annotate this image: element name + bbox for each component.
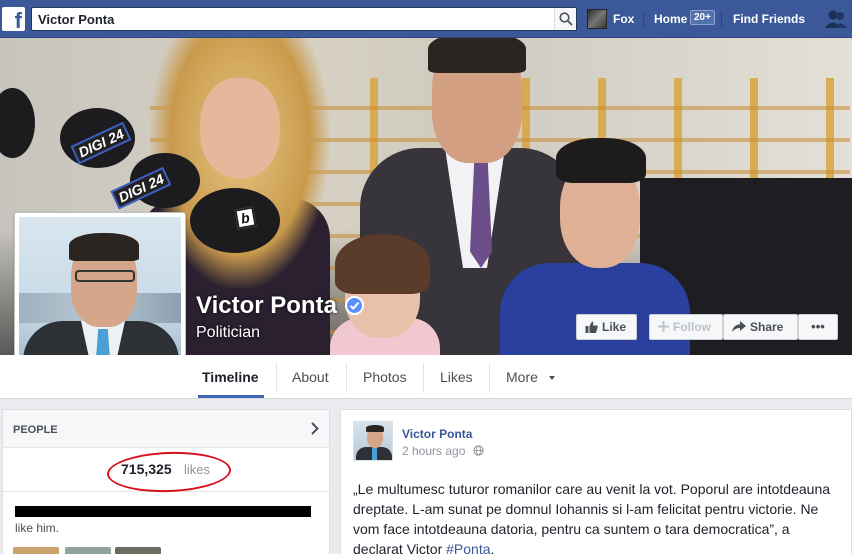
cover-person-boy-hair bbox=[556, 138, 646, 183]
friend-avatar[interactable] bbox=[65, 547, 111, 554]
post-author-name[interactable]: Victor Ponta bbox=[402, 427, 472, 441]
cover-person-man-hair bbox=[428, 38, 526, 73]
page-tabs-bar bbox=[0, 355, 852, 399]
mic-logo-text: b bbox=[234, 206, 257, 230]
nav-separator bbox=[643, 11, 644, 27]
cover-microphone bbox=[190, 188, 280, 253]
share-label: Share bbox=[750, 320, 784, 334]
cover-person-boy bbox=[500, 263, 690, 355]
tab-timeline[interactable]: Timeline bbox=[202, 369, 259, 385]
tab-separator bbox=[489, 363, 490, 393]
thumbs-up-icon bbox=[585, 321, 598, 333]
post-text-end: . bbox=[490, 541, 495, 554]
like-page-label: Like bbox=[602, 320, 627, 334]
post-timestamp[interactable]: 2 hours ago bbox=[402, 444, 465, 458]
cover-person-woman-face bbox=[200, 78, 280, 178]
nav-find-friends-link[interactable]: Find Friends bbox=[733, 12, 805, 26]
active-tab-indicator bbox=[198, 395, 264, 398]
page-title[interactable]: Victor Ponta bbox=[196, 292, 337, 320]
tab-more-label: More bbox=[506, 369, 538, 385]
cover-person-girl-hair bbox=[335, 234, 430, 294]
post-avatar-tie bbox=[372, 448, 377, 460]
facebook-logo-icon[interactable]: f bbox=[2, 7, 25, 31]
nav-profile-link[interactable]: Fox bbox=[613, 12, 634, 26]
post-body-text: „Le multumesc tuturor romanilor care au … bbox=[353, 479, 843, 554]
search-icon bbox=[559, 12, 573, 26]
home-notification-badge[interactable]: 20+ bbox=[690, 10, 715, 25]
friends-icon[interactable] bbox=[823, 8, 849, 30]
follow-button[interactable]: Follow bbox=[649, 314, 723, 340]
search-input-value[interactable]: Victor Ponta bbox=[38, 12, 114, 27]
like-page-button[interactable]: Like bbox=[576, 314, 637, 340]
share-arrow-icon bbox=[732, 321, 746, 333]
profile-picture-image bbox=[19, 217, 181, 378]
tab-separator bbox=[276, 363, 277, 393]
post-card: Victor Ponta 2 hours ago „Le multumesc t… bbox=[340, 409, 852, 554]
friends-like-text: like him. bbox=[15, 521, 60, 535]
friend-avatar[interactable] bbox=[13, 547, 59, 554]
tab-more[interactable]: More bbox=[506, 369, 556, 385]
share-button[interactable]: Share bbox=[723, 314, 798, 340]
tab-likes[interactable]: Likes bbox=[440, 369, 473, 385]
post-avatar-hair bbox=[366, 425, 384, 432]
plus-icon bbox=[658, 321, 669, 333]
cover-microphone bbox=[0, 88, 35, 158]
profile-hair bbox=[69, 233, 139, 261]
page-category[interactable]: Politician bbox=[196, 324, 260, 342]
follow-label: Follow bbox=[673, 320, 711, 334]
search-button[interactable] bbox=[554, 8, 576, 30]
tab-separator bbox=[423, 363, 424, 393]
chevron-right-icon[interactable] bbox=[311, 422, 319, 435]
tab-separator bbox=[346, 363, 347, 393]
post-author-avatar[interactable] bbox=[353, 421, 393, 461]
tab-photos[interactable]: Photos bbox=[363, 369, 407, 385]
people-card-header[interactable]: PEOPLE bbox=[3, 410, 329, 448]
page-likes-row[interactable]: 715,325 likes bbox=[3, 448, 329, 495]
globe-icon[interactable] bbox=[473, 445, 484, 456]
post-text-content: „Le multumesc tuturor romanilor care au … bbox=[353, 481, 831, 554]
people-card: PEOPLE 715,325 likes like him. bbox=[2, 409, 330, 554]
user-avatar[interactable] bbox=[587, 9, 607, 29]
red-annotation-circle bbox=[106, 449, 232, 495]
tab-about[interactable]: About bbox=[292, 369, 329, 385]
caret-down-icon bbox=[548, 376, 555, 381]
verified-icon[interactable] bbox=[345, 296, 364, 315]
nav-home-link[interactable]: Home bbox=[654, 12, 687, 26]
more-options-button[interactable]: ••• bbox=[798, 314, 838, 340]
friend-avatar[interactable] bbox=[115, 547, 161, 554]
profile-glasses bbox=[75, 270, 135, 282]
post-hashtag-link[interactable]: #Ponta bbox=[446, 541, 490, 554]
nav-separator bbox=[721, 11, 722, 27]
redacted-friends-text bbox=[15, 506, 311, 517]
top-navigation-bar: f Victor Ponta Fox Home 20+ Find Friends bbox=[0, 0, 852, 38]
people-card-title: PEOPLE bbox=[13, 424, 58, 436]
search-input[interactable]: Victor Ponta bbox=[31, 7, 577, 31]
